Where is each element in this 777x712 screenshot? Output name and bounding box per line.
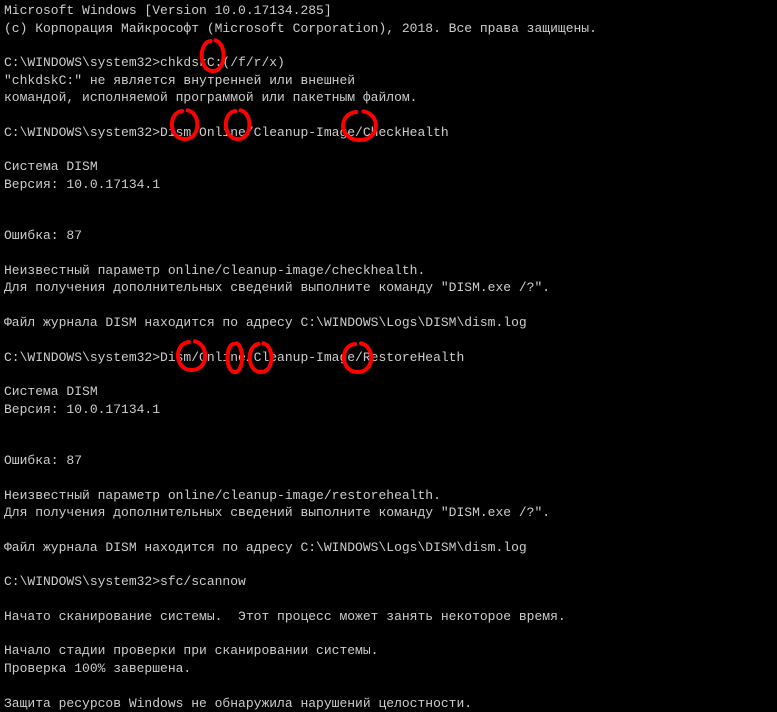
error-chkdsk-1: "chkdskC:" не является внутренней или вн… xyxy=(4,72,773,90)
dism-log-path: Файл журнала DISM находится по адресу C:… xyxy=(4,314,773,332)
prompt-sfc-scannow: C:\WINDOWS\system32>sfc/scannow xyxy=(4,573,773,591)
sfc-scan-started: Начато сканирование системы. Этот процес… xyxy=(4,608,773,626)
prompt-chkdsk: C:\WINDOWS\system32>chkdskC:(/f/r/x) xyxy=(4,54,773,72)
dism-help-hint: Для получения дополнительных сведений вы… xyxy=(4,504,773,522)
error-87: Ошибка: 87 xyxy=(4,452,773,470)
blank-line xyxy=(4,435,773,452)
blank-line xyxy=(4,522,773,539)
copyright-line: (c) Корпорация Майкрософт (Microsoft Cor… xyxy=(4,20,773,38)
dism-version: Версия: 10.0.17134.1 xyxy=(4,176,773,194)
sfc-verification-progress: Проверка 100% завершена. xyxy=(4,660,773,678)
blank-line xyxy=(4,625,773,642)
blank-line xyxy=(4,141,773,158)
dism-system-label: Cистема DISM xyxy=(4,158,773,176)
blank-line xyxy=(4,470,773,487)
unknown-param-restorehealth: Неизвестный параметр online/cleanup-imag… xyxy=(4,487,773,505)
blank-line xyxy=(4,556,773,573)
version-line: Microsoft Windows [Version 10.0.17134.28… xyxy=(4,2,773,20)
blank-line xyxy=(4,332,773,349)
unknown-param-checkhealth: Неизвестный параметр online/cleanup-imag… xyxy=(4,262,773,280)
blank-line xyxy=(4,193,773,210)
blank-line xyxy=(4,107,773,124)
dism-help-hint: Для получения дополнительных сведений вы… xyxy=(4,279,773,297)
error-chkdsk-2: командой, исполняемой программой или пак… xyxy=(4,89,773,107)
dism-system-label: Cистема DISM xyxy=(4,383,773,401)
blank-line xyxy=(4,245,773,262)
terminal-output[interactable]: Microsoft Windows [Version 10.0.17134.28… xyxy=(4,2,773,712)
sfc-verification-start: Начало стадии проверки при сканировании … xyxy=(4,642,773,660)
blank-line xyxy=(4,210,773,227)
error-87: Ошибка: 87 xyxy=(4,227,773,245)
blank-line xyxy=(4,297,773,314)
blank-line xyxy=(4,678,773,695)
dism-log-path: Файл журнала DISM находится по адресу C:… xyxy=(4,539,773,557)
prompt-dism-checkhealth: C:\WINDOWS\system32>Dism/Online/Cleanup-… xyxy=(4,124,773,142)
blank-line xyxy=(4,366,773,383)
blank-line xyxy=(4,37,773,54)
dism-version: Версия: 10.0.17134.1 xyxy=(4,401,773,419)
sfc-no-violations: Защита ресурсов Windows не обнаружила на… xyxy=(4,695,773,712)
blank-line xyxy=(4,591,773,608)
blank-line xyxy=(4,418,773,435)
prompt-dism-restorehealth: C:\WINDOWS\system32>Dism/Online/Cleanup-… xyxy=(4,349,773,367)
